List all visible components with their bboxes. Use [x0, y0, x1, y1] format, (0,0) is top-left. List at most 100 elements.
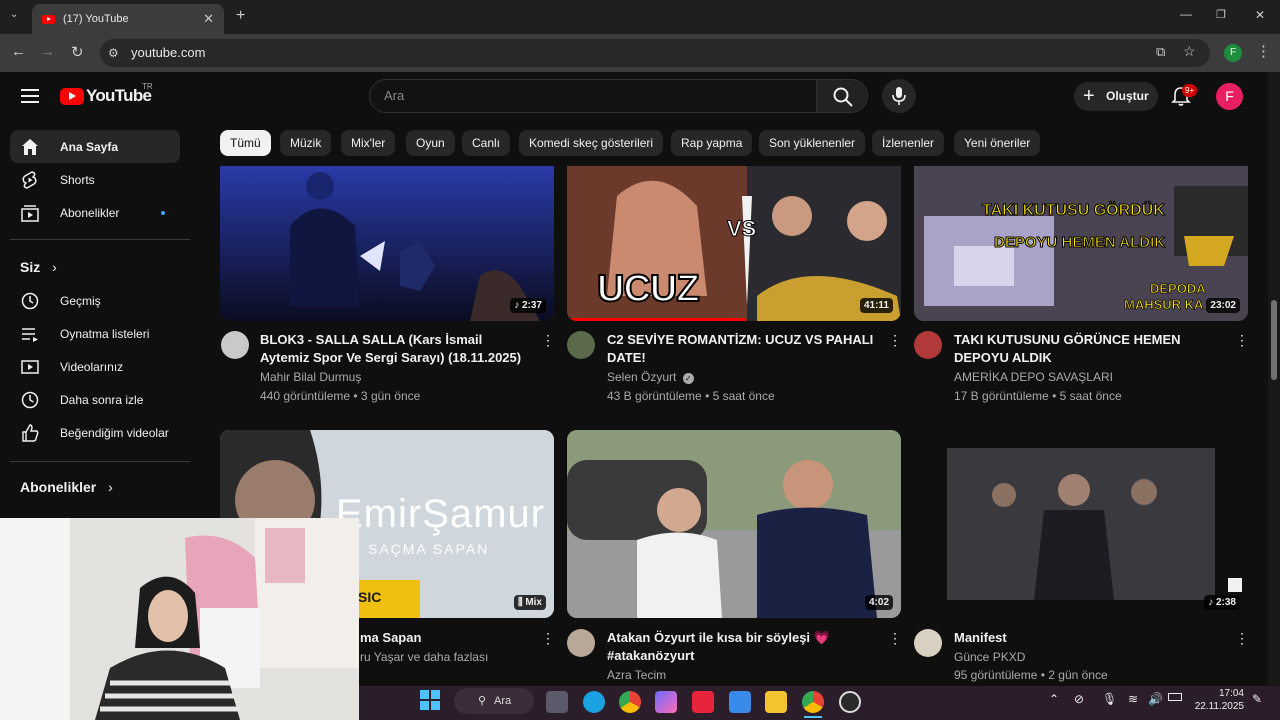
reload-icon[interactable]: ↻: [71, 43, 84, 61]
volume-icon[interactable]: 🔊: [1148, 692, 1163, 706]
chip-comedy[interactable]: Komedi skeç gösterileri: [519, 130, 664, 156]
video-meta: 17 B görüntüleme • 5 saat önce: [954, 389, 1122, 403]
channel-avatar[interactable]: [221, 331, 249, 359]
battery-icon[interactable]: [1168, 693, 1182, 701]
video-thumbnail[interactable]: ♪ 2:37: [220, 166, 554, 321]
chip-music[interactable]: Müzik: [280, 130, 332, 156]
channel-name[interactable]: AMERİKA DEPO SAVAŞLARI: [954, 370, 1113, 384]
chip-mixes[interactable]: Mix'ler: [341, 130, 396, 156]
store-icon[interactable]: [729, 691, 751, 713]
channel-name[interactable]: Günce PKXD: [954, 650, 1025, 664]
new-tab-icon[interactable]: +: [236, 7, 245, 25]
more-actions-icon[interactable]: ⋮: [541, 332, 555, 349]
url-field[interactable]: ⚙ youtube.com: [100, 39, 1210, 67]
bookmark-star-icon[interactable]: ☆: [1183, 43, 1196, 60]
more-actions-icon[interactable]: ⋮: [541, 630, 555, 647]
network-off-icon[interactable]: ⊘: [1074, 692, 1084, 706]
channel-avatar[interactable]: [567, 331, 595, 359]
create-button[interactable]: + Oluştur: [1074, 82, 1158, 111]
sidebar-section-subscriptions[interactable]: Abonelikler ›: [20, 479, 113, 495]
file-explorer-icon[interactable]: [765, 691, 787, 713]
thumbnail-caption-3: DEPODA: [1150, 281, 1206, 297]
site-info-icon[interactable]: ⚙: [108, 39, 119, 67]
video-title[interactable]: BLOK3 - SALLA SALLA (Kars İsmail Aytemiz…: [260, 331, 530, 367]
tray-chevron-up-icon[interactable]: ⌃: [1049, 692, 1059, 706]
chip-live[interactable]: Canlı: [462, 130, 511, 156]
forward-icon[interactable]: →: [40, 43, 55, 60]
minimize-icon[interactable]: —: [1180, 7, 1192, 21]
video-title[interactable]: ma Sapan: [360, 629, 540, 647]
more-actions-icon[interactable]: ⋮: [1235, 332, 1249, 349]
chrome-icon[interactable]: [619, 691, 641, 713]
channel-name[interactable]: ru Yaşar ve daha fazlası: [360, 650, 488, 664]
youtube-logo[interactable]: YouTube TR: [60, 82, 153, 106]
browser-profile-avatar[interactable]: F: [1224, 44, 1242, 62]
more-actions-icon[interactable]: ⋮: [888, 332, 902, 349]
microphone-tray-icon[interactable]: 🎙: [1102, 692, 1117, 706]
video-title[interactable]: TAKI KUTUSUNU GÖRÜNCE HEMEN DEPOYU ALDIK: [954, 331, 1224, 367]
more-actions-icon[interactable]: ⋮: [888, 630, 902, 647]
country-code: TR: [142, 82, 153, 91]
sidebar-item-history[interactable]: Geçmiş: [10, 284, 180, 317]
account-avatar[interactable]: F: [1216, 83, 1243, 110]
edge-browser-icon[interactable]: [583, 691, 605, 713]
windows-start-icon[interactable]: [420, 690, 440, 710]
sidebar-section-you[interactable]: Siz ›: [20, 259, 57, 275]
chevron-right-icon: ›: [108, 479, 113, 495]
copilot-icon[interactable]: [655, 691, 677, 713]
channel-name[interactable]: Azra Tecim: [607, 668, 666, 682]
browser-tab[interactable]: (17) YouTube ✕: [32, 4, 224, 34]
back-icon[interactable]: ←: [11, 43, 26, 60]
task-view-icon[interactable]: [546, 691, 568, 713]
chip-new-to-you[interactable]: Yeni öneriler: [954, 130, 1041, 156]
voice-search-button[interactable]: [882, 79, 916, 113]
chrome-profile-icon[interactable]: [802, 691, 824, 713]
webcam-overlay: [0, 518, 359, 720]
sidebar-item-watch-later[interactable]: Daha sonra izle: [10, 383, 180, 416]
install-app-icon[interactable]: ⧉: [1156, 44, 1165, 60]
close-tab-icon[interactable]: ✕: [203, 11, 214, 27]
wps-office-icon[interactable]: [692, 691, 714, 713]
video-meta: 43 B görüntüleme • 5 saat önce: [607, 389, 775, 403]
chip-gaming[interactable]: Oyun: [406, 130, 455, 156]
more-actions-icon[interactable]: ⋮: [1235, 630, 1249, 647]
wifi-icon[interactable]: ≋: [1128, 692, 1138, 706]
sidebar-item-home[interactable]: Ana Sayfa: [10, 130, 180, 163]
mix-label: Mix: [525, 597, 542, 608]
close-window-icon[interactable]: ✕: [1255, 8, 1265, 22]
video-thumbnail[interactable]: TAKI KUTUSU GÖRDÜK DEPOYU HEMEN ALDIK DE…: [914, 166, 1248, 321]
video-title[interactable]: C2 SEVİYE ROMANTİZM: UCUZ VS PAHALI DATE…: [607, 331, 877, 367]
taskbar-search[interactable]: ⚲ Ara: [454, 688, 534, 714]
menu-icon[interactable]: [21, 88, 39, 104]
sidebar-item-shorts[interactable]: Shorts: [10, 163, 180, 196]
video-title[interactable]: Manifest: [954, 629, 1224, 647]
search-button[interactable]: [816, 79, 868, 113]
video-thumbnail[interactable]: 4:02: [567, 430, 901, 618]
sidebar-item-liked-videos[interactable]: Beğendiğim videolar: [10, 416, 180, 449]
active-app-indicator: [804, 716, 822, 718]
maximize-icon[interactable]: ❐: [1216, 8, 1226, 21]
scrollbar-thumb[interactable]: [1271, 300, 1277, 380]
channel-avatar[interactable]: [914, 331, 942, 359]
video-title[interactable]: Atakan Özyurt ile kısa bir söyleşi 💗 #at…: [607, 629, 877, 665]
sidebar-item-subscriptions[interactable]: Abonelikler: [10, 196, 180, 229]
sidebar-item-playlists[interactable]: Oynatma listeleri: [10, 317, 180, 350]
channel-avatar[interactable]: [567, 629, 595, 657]
chip-recently-uploaded[interactable]: Son yüklenenler: [759, 130, 866, 156]
channel-name[interactable]: Selen Özyurt ✓: [607, 370, 694, 384]
chip-watched[interactable]: İzlenenler: [872, 130, 945, 156]
obs-recorder-icon[interactable]: [839, 691, 861, 713]
thumbnail-caption-3: SIC: [358, 589, 382, 605]
taskbar-clock[interactable]: 17:04 22.11.2025: [1192, 687, 1244, 713]
browser-menu-icon[interactable]: ⋮: [1256, 42, 1271, 60]
chip-all[interactable]: Tümü: [220, 130, 271, 156]
notification-center-icon[interactable]: ✎: [1252, 692, 1262, 706]
chip-rap[interactable]: Rap yapma: [671, 130, 753, 156]
channel-name[interactable]: Mahir Bilal Durmuş: [260, 370, 361, 384]
sidebar-item-your-videos[interactable]: Videolarınız: [10, 350, 180, 383]
video-thumbnail[interactable]: ♪ 2:38: [914, 430, 1248, 618]
search-input[interactable]: Ara: [369, 79, 817, 113]
video-thumbnail[interactable]: UCUZ VS 41:11: [567, 166, 901, 321]
tab-search-icon[interactable]: ⌄: [10, 9, 18, 20]
channel-avatar[interactable]: [914, 629, 942, 657]
